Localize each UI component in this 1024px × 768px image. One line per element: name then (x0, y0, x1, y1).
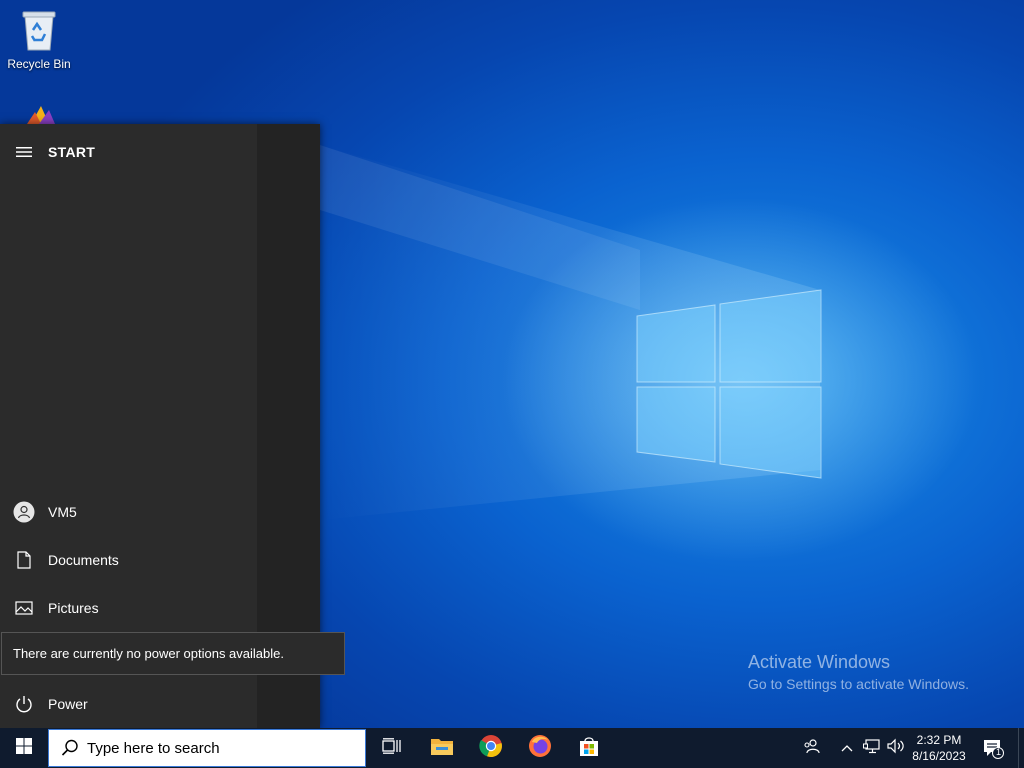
start-title: START (48, 144, 96, 160)
start-item-label: Pictures (48, 600, 99, 616)
volume-button[interactable] (884, 728, 908, 768)
people-button[interactable] (796, 728, 828, 768)
file-explorer-button[interactable] (418, 728, 466, 768)
firefox-icon (528, 734, 552, 763)
clock-time: 2:32 PM (916, 733, 962, 747)
clock-button[interactable]: 2:32 PM 8/16/2023 (906, 728, 972, 768)
store-icon (578, 735, 600, 762)
search-icon (61, 739, 79, 757)
start-item-power[interactable]: Power (0, 682, 256, 726)
chevron-up-icon (841, 739, 853, 757)
windows-logo-icon (16, 737, 32, 759)
taskbar-search-box[interactable]: Type here to search (48, 729, 366, 767)
volume-icon (887, 738, 905, 759)
search-placeholder: Type here to search (87, 739, 220, 757)
start-item-label: Documents (48, 552, 119, 568)
power-icon (0, 695, 48, 713)
start-item-label: Power (48, 696, 88, 712)
activation-title: Activate Windows (748, 652, 891, 672)
action-center-button[interactable]: 1 (978, 728, 1008, 768)
network-button[interactable] (860, 728, 884, 768)
start-button[interactable] (0, 728, 48, 768)
notification-icon: 1 (982, 737, 1004, 759)
start-item-pictures[interactable]: Pictures (0, 586, 256, 630)
chrome-button[interactable] (467, 728, 515, 768)
hamburger-menu-icon[interactable] (0, 146, 48, 158)
desktop-icon-label: Recycle Bin (7, 57, 71, 71)
activation-watermark: Activate Windows Go to Settings to activ… (748, 652, 969, 692)
store-button[interactable] (565, 728, 613, 768)
document-icon (0, 551, 48, 569)
desktop-icon-recycle-bin[interactable]: Recycle Bin (1, 8, 77, 71)
chrome-icon (479, 734, 503, 763)
network-icon (863, 738, 881, 759)
activation-subtitle: Go to Settings to activate Windows. (748, 676, 969, 692)
start-item-user[interactable]: VM5 (0, 490, 256, 534)
pictures-icon (0, 601, 48, 615)
task-view-button[interactable] (368, 728, 416, 768)
task-view-icon (382, 737, 402, 759)
user-avatar-icon (0, 501, 48, 523)
notification-count-badge: 1 (995, 747, 1001, 757)
clock-date: 8/16/2023 (912, 749, 966, 763)
taskbar: Type here to search 2:32 PM 8/16/2023 1 (0, 728, 1024, 768)
start-item-documents[interactable]: Documents (0, 538, 256, 582)
start-header: START (0, 136, 256, 168)
firefox-button[interactable] (516, 728, 564, 768)
people-icon (803, 738, 821, 759)
file-explorer-icon (430, 736, 454, 761)
show-desktop-button[interactable] (1018, 728, 1024, 768)
power-tooltip: There are currently no power options ava… (1, 632, 345, 675)
start-item-label: VM5 (48, 504, 77, 520)
recycle-bin-icon (1, 8, 77, 55)
show-hidden-icons-button[interactable] (836, 728, 858, 768)
